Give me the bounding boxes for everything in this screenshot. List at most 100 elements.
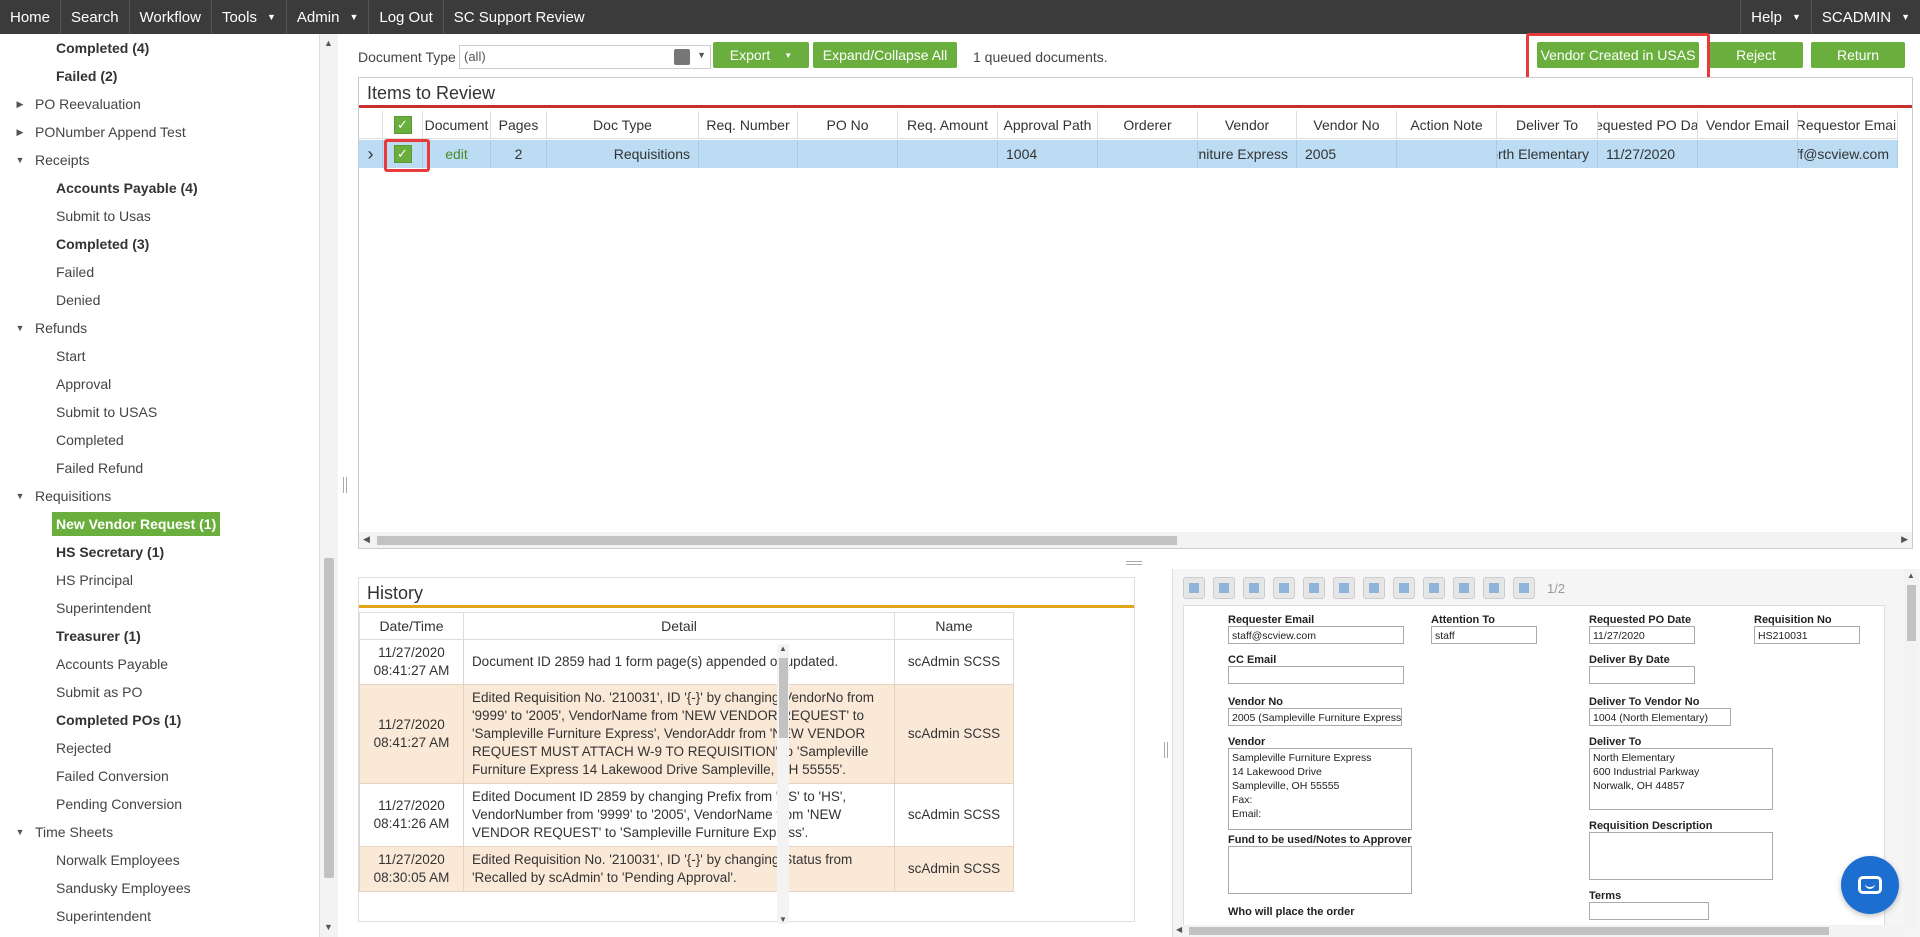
table-row[interactable]: ›✓edit2Requisitions1004Sampleville Furni…: [359, 140, 1898, 168]
sticky-note-icon[interactable]: [1453, 577, 1475, 599]
grid-col-req-number[interactable]: Req. Number: [699, 111, 798, 139]
grid-col-doc-type[interactable]: Doc Type: [547, 111, 699, 139]
grid-col-action-note[interactable]: Action Note: [1397, 111, 1497, 139]
sidebar-item[interactable]: Submit to Usas: [0, 202, 318, 230]
triangle-down-icon[interactable]: ▼: [14, 155, 26, 165]
sidebar-item[interactable]: Norwalk Employees: [0, 846, 318, 874]
sidebar-item[interactable]: Failed (2): [0, 62, 318, 90]
sidebar-folder[interactable]: ▼ Time Sheets: [0, 818, 318, 846]
nav-admin[interactable]: Admin ▼: [287, 0, 370, 34]
sidebar-item[interactable]: HS Secretary (1): [0, 538, 318, 566]
sidebar-item[interactable]: Accounts Payable (4): [0, 174, 318, 202]
stamp-icon[interactable]: [1483, 577, 1505, 599]
doc-type-select[interactable]: (all) ▼: [459, 45, 711, 69]
sidebar-item[interactable]: Superintendent: [0, 902, 318, 930]
sidebar-item[interactable]: Submit as PO: [0, 678, 318, 706]
sidebar-item[interactable]: New Vendor Request (1): [0, 510, 318, 538]
triangle-down-icon[interactable]: ▼: [14, 827, 26, 837]
grid-col-deliver-to[interactable]: Deliver To: [1497, 111, 1598, 139]
sidebar-item[interactable]: Failed Conversion: [0, 762, 318, 790]
rotate-left-icon[interactable]: [1333, 577, 1355, 599]
edit-link[interactable]: edit: [423, 140, 491, 168]
sidebar-item[interactable]: Sandusky Employees: [0, 874, 318, 902]
sidebar-item[interactable]: Denied: [0, 286, 318, 314]
grid-col-requestor-email[interactable]: Requestor Email: [1798, 111, 1898, 139]
sidebar-item[interactable]: Failed: [0, 258, 318, 286]
sidebar-folder[interactable]: ▼ Requisitions: [0, 482, 318, 510]
nav-workflow[interactable]: Workflow: [130, 0, 212, 34]
nav-help[interactable]: Help ▼: [1740, 0, 1811, 34]
grid-col-requested-po-date[interactable]: Requested PO Date: [1598, 111, 1698, 139]
splitter-handle[interactable]: [1126, 561, 1142, 565]
grid-horizontal-scrollbar[interactable]: ◀ ▶: [359, 532, 1912, 548]
sidebar-scrollbar[interactable]: ▲ ▼: [320, 34, 338, 937]
grid-col-req-amount[interactable]: Req. Amount: [898, 111, 998, 139]
print-icon[interactable]: [1213, 577, 1235, 599]
nav-tools[interactable]: Tools ▼: [212, 0, 287, 34]
scroll-left-icon[interactable]: ◀: [363, 534, 370, 545]
nav-logout[interactable]: Log Out: [369, 0, 444, 34]
sidebar-item[interactable]: Completed (3): [0, 230, 318, 258]
grid-col-vendor-email[interactable]: Vendor Email: [1698, 111, 1798, 139]
sidebar-item[interactable]: HS Principal: [0, 566, 318, 594]
viewer-horizontal-scrollbar[interactable]: ◀: [1173, 925, 1903, 937]
select-all-cell[interactable]: ✓: [383, 111, 423, 139]
grid-col-vendor[interactable]: Vendor: [1198, 111, 1297, 139]
grid-col-pages[interactable]: Pages: [491, 111, 547, 139]
history-col-datetime[interactable]: Date/Time: [359, 612, 464, 640]
export-button[interactable]: Export ▼: [713, 42, 809, 68]
sidebar-item[interactable]: Pending Conversion: [0, 790, 318, 818]
grid-col-approval-path[interactable]: Approval Path: [998, 111, 1098, 139]
sidebar-item[interactable]: Start: [0, 342, 318, 370]
triangle-down-icon[interactable]: ▼: [14, 323, 26, 333]
sidebar-item[interactable]: Treasurer (1): [0, 622, 318, 650]
scroll-up-icon[interactable]: ▲: [1907, 571, 1915, 580]
triangle-right-icon[interactable]: ▶: [14, 127, 26, 138]
sidebar-scroll-thumb[interactable]: [324, 558, 334, 878]
scroll-left-icon[interactable]: ◀: [1176, 925, 1182, 934]
history-col-detail[interactable]: Detail: [462, 612, 896, 640]
scroll-up-icon[interactable]: ▲: [324, 38, 333, 48]
chat-button[interactable]: [1841, 856, 1899, 914]
history-scroll-thumb[interactable]: [779, 658, 788, 738]
sidebar-item[interactable]: Accounts Payable: [0, 650, 318, 678]
grid-scroll-thumb[interactable]: [377, 536, 1177, 545]
expand-collapse-button[interactable]: Expand/Collapse All: [813, 42, 957, 68]
triangle-down-icon[interactable]: ▼: [14, 491, 26, 501]
sidebar-item[interactable]: Rejected: [0, 734, 318, 762]
scroll-down-icon[interactable]: ▼: [324, 922, 333, 932]
fit-page-icon[interactable]: [1303, 577, 1325, 599]
add-page-icon[interactable]: [1183, 577, 1205, 599]
sidebar-folder[interactable]: ▼ Refunds: [0, 314, 318, 342]
sidebar-folder[interactable]: ▶ PO Reevaluation: [0, 90, 318, 118]
expand-row-icon[interactable]: ›: [359, 140, 383, 168]
chevron-down-icon[interactable]: ▼: [697, 50, 706, 60]
history-scrollbar[interactable]: ▲ ▼: [777, 644, 789, 924]
viewer-vertical-scrollbar[interactable]: ▲: [1904, 569, 1918, 929]
sidebar-item[interactable]: Completed (4): [0, 34, 318, 62]
viewer-hscroll-thumb[interactable]: [1189, 927, 1829, 935]
calendar-icon[interactable]: [674, 49, 690, 65]
sidebar-item[interactable]: Approval: [0, 370, 318, 398]
triangle-right-icon[interactable]: ▶: [14, 99, 26, 110]
return-button[interactable]: Return: [1811, 42, 1905, 68]
nav-search[interactable]: Search: [61, 0, 130, 34]
nav-user-menu[interactable]: SCADMIN ▼: [1810, 0, 1920, 34]
flip-icon[interactable]: [1393, 577, 1415, 599]
sidebar-item[interactable]: Submit to USAS: [0, 398, 318, 426]
sidebar-item[interactable]: Completed POs (1): [0, 706, 318, 734]
splitter-handle[interactable]: [1164, 742, 1168, 758]
select-all-checkbox[interactable]: ✓: [393, 116, 412, 134]
redact-icon[interactable]: [1513, 577, 1535, 599]
sidebar-folder[interactable]: ▼ Receipts: [0, 146, 318, 174]
grid-col-po-no[interactable]: PO No: [798, 111, 898, 139]
sidebar-item[interactable]: Completed: [0, 426, 318, 454]
grid-col-vendor-no[interactable]: Vendor No: [1297, 111, 1397, 139]
sidebar-item[interactable]: Failed Refund: [0, 454, 318, 482]
scroll-down-icon[interactable]: ▼: [779, 915, 787, 924]
zoom-out-icon[interactable]: [1273, 577, 1295, 599]
nav-home[interactable]: Home: [0, 0, 62, 34]
scroll-right-icon[interactable]: ▶: [1901, 534, 1908, 545]
sidebar-item[interactable]: Superintendent: [0, 594, 318, 622]
rotate-right-icon[interactable]: [1363, 577, 1385, 599]
